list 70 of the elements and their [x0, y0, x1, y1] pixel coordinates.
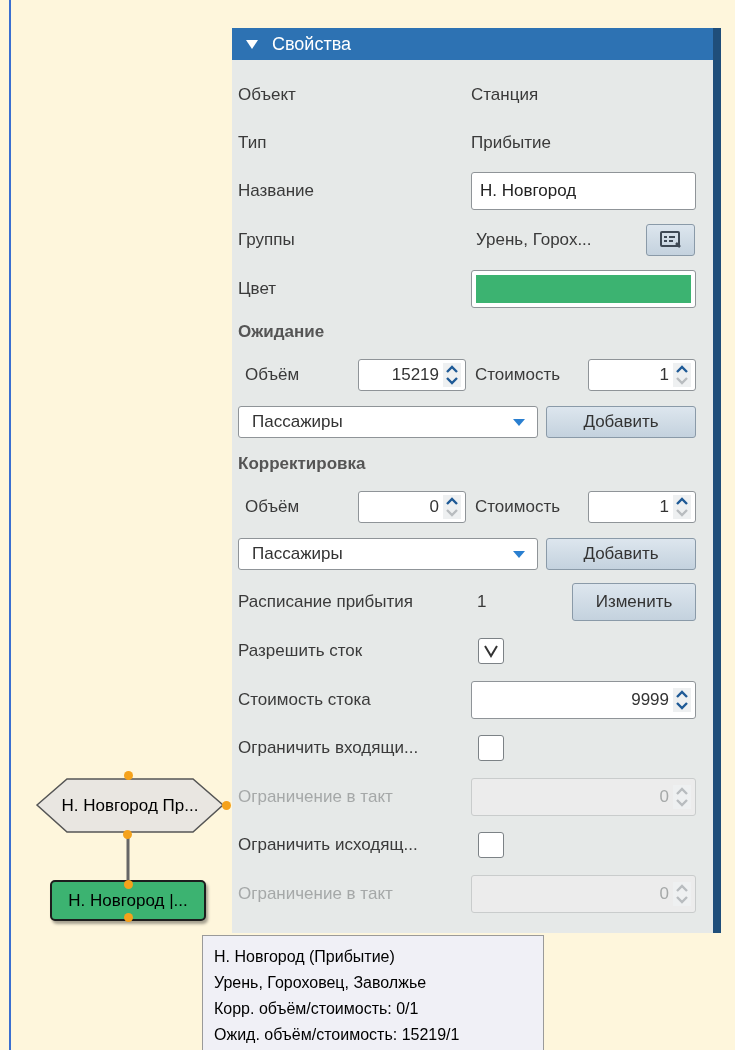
connection-handle[interactable]: [124, 880, 133, 889]
number-field[interactable]: 1: [588, 359, 696, 391]
property-value: Прибытие: [471, 132, 551, 155]
property-label: Стоимость: [475, 497, 561, 517]
property-label: Тип: [238, 133, 267, 153]
spin-up-icon[interactable]: [445, 365, 459, 374]
number-value: 1: [659, 496, 669, 519]
spin-down-icon[interactable]: [675, 700, 689, 710]
number-value: 0: [429, 496, 439, 519]
property-label: Цвет: [238, 278, 277, 298]
property-label: Ограничить исходящ...: [238, 835, 418, 855]
property-label: Ограничить входящи...: [238, 738, 419, 758]
spin-up-icon[interactable]: [675, 497, 689, 506]
section-heading: Ожидание: [238, 321, 325, 344]
number-field[interactable]: 15219: [358, 359, 466, 391]
spin-up-icon[interactable]: [445, 497, 459, 506]
node-label: Н. Новгород Пр...: [60, 795, 200, 817]
number-value: 9999: [631, 688, 669, 711]
tooltip-line: Корр. объём/стоимость: 0/1: [214, 999, 420, 1019]
hexagon-node[interactable]: [35, 777, 225, 834]
dropdown[interactable]: Пассажиры: [238, 406, 538, 438]
collapse-caret-icon: [246, 39, 258, 49]
rectangle-node[interactable]: Н. Новгород |...: [50, 880, 206, 921]
dropdown-caret-icon: [513, 418, 525, 426]
number-field[interactable]: 0: [358, 491, 466, 523]
property-value: Станция: [471, 84, 539, 107]
number-value: 0: [659, 785, 669, 808]
schedule-count: 1: [477, 591, 488, 614]
property-label: Стоимость стока: [238, 689, 371, 709]
spin-down-icon[interactable]: [445, 376, 459, 385]
connection-handle[interactable]: [222, 801, 231, 810]
number-value: 1: [659, 364, 669, 387]
scrollbar[interactable]: [713, 28, 721, 933]
property-label: Ограничение в такт: [238, 883, 393, 903]
add-button[interactable]: Добавить: [546, 538, 696, 570]
spin-up-icon[interactable]: [675, 689, 689, 699]
panel-header[interactable]: Свойства: [232, 28, 713, 60]
tooltip-line: Ожид. объём/стоимость: 15219/1: [214, 1025, 461, 1045]
property-label: Разрешить сток: [238, 641, 363, 661]
dropdown-caret-icon: [513, 550, 525, 558]
name-field[interactable]: Н. Новгород: [471, 172, 696, 210]
number-field[interactable]: 1: [588, 491, 696, 523]
checkbox[interactable]: [478, 832, 504, 858]
number-value: 15219: [391, 364, 439, 387]
property-label: Стоимость: [475, 365, 561, 385]
property-label: Название: [238, 181, 314, 201]
number-field[interactable]: 9999: [471, 680, 696, 719]
property-label: Объём: [245, 365, 300, 385]
property-label: Объём: [245, 497, 300, 517]
property-label: Группы: [238, 229, 295, 249]
section-heading: Корректировка: [238, 453, 366, 476]
list-search-icon: [658, 229, 683, 250]
check-icon: [483, 644, 499, 658]
connection-handle[interactable]: [124, 771, 133, 780]
dropdown[interactable]: Пассажиры: [238, 538, 538, 570]
tooltip-line: Урень, Гороховец, Заволжье: [214, 973, 428, 993]
property-label: Расписание прибытия: [238, 592, 414, 612]
groups-list-button[interactable]: [646, 223, 695, 256]
add-button[interactable]: Добавить: [546, 406, 696, 438]
tooltip-line: Н. Новгород (Прибытие): [214, 947, 396, 967]
spin-up-icon[interactable]: [675, 365, 689, 374]
groups-value: Урень, Горох...: [476, 228, 593, 251]
checkbox[interactable]: [478, 735, 504, 761]
checkbox[interactable]: [478, 638, 504, 664]
property-label: Объект: [238, 85, 296, 105]
number-value: 0: [659, 882, 669, 905]
connection-handle[interactable]: [123, 830, 132, 839]
change-button[interactable]: Изменить: [572, 583, 696, 621]
connection-handle[interactable]: [124, 913, 133, 922]
property-label: Ограничение в такт: [238, 786, 393, 806]
